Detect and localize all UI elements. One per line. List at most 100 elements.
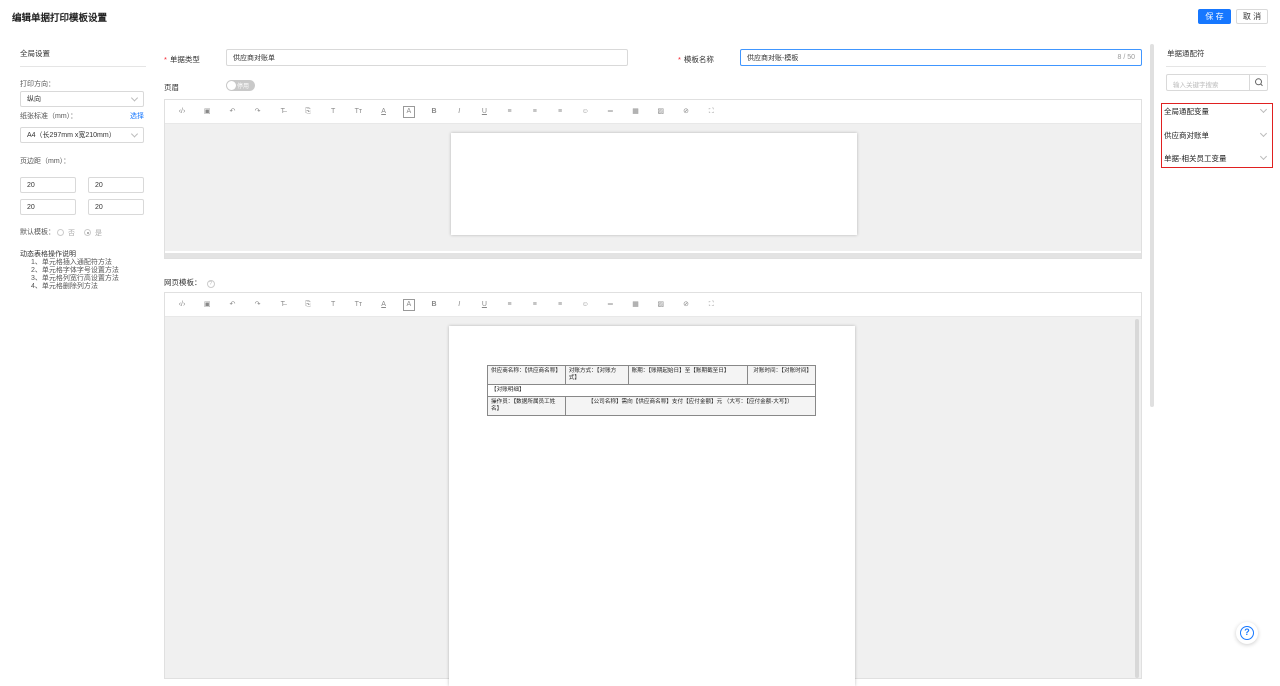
table-cell[interactable]: 对账时间：【对账时间】 (747, 365, 816, 385)
code-icon[interactable]: ‹/› (176, 299, 188, 311)
default-yes-radio[interactable] (84, 229, 91, 236)
web-template-label: 网页模板： ? (164, 277, 215, 288)
format-painter-icon[interactable]: ⎘ (302, 299, 314, 311)
web-template-editor[interactable]: ‹/› ▣ ↶ ↷ T̶ ⎘ T Tт A A B I U ≡ ≡ ≡ ☺ ═ ▦ ▨ ⊘ ⛶ 供应商名称：【供应商名称】… (164, 292, 1142, 686)
attachment-icon[interactable]: ⊘ (680, 106, 692, 118)
attachment-icon[interactable]: ⊘ (680, 299, 692, 311)
default-no-radio[interactable] (57, 229, 64, 236)
strikethrough-icon[interactable]: T̶ (277, 106, 289, 118)
margin-right-input[interactable]: 20 (88, 199, 144, 215)
help-button[interactable]: ? (1236, 622, 1258, 644)
table-icon[interactable]: ▦ (630, 106, 642, 118)
fullscreen-icon[interactable]: ⛶ (705, 299, 717, 311)
wildcard-panel-title: 单据通配符 (1167, 49, 1205, 58)
search-button[interactable] (1249, 75, 1267, 90)
image-icon[interactable]: ▨ (655, 106, 667, 118)
web-editor-canvas[interactable]: 供应商名称：【供应商名称】 对账方式：【对账方式】 账期：【账期起始日】至【账期… (165, 317, 1141, 686)
horizontal-rule-icon[interactable]: ═ (604, 299, 616, 311)
help-item[interactable]: 3、单元格列宽行高设置方法 (31, 275, 119, 283)
default-no-label: 否 (68, 230, 75, 237)
template-name-value: 供应商对账-模板 (747, 54, 799, 62)
header-paper[interactable] (451, 133, 857, 235)
doc-type-label: * 单据类型 (164, 55, 200, 64)
search-icon (1255, 78, 1263, 87)
heading-icon[interactable]: T (327, 299, 339, 311)
divider (20, 66, 146, 67)
vertical-scrollbar[interactable] (1135, 319, 1139, 678)
margin-bottom-input[interactable]: 20 (88, 177, 144, 193)
horizontal-scrollbar[interactable] (165, 253, 1141, 258)
table-cell[interactable]: 操作员：【数据所属员工姓名】 (487, 396, 566, 416)
doc-type-field[interactable]: 供应商对账单 (226, 49, 628, 66)
template-icon[interactable]: ▣ (201, 299, 213, 311)
format-painter-icon[interactable]: ⎘ (302, 106, 314, 118)
wildcard-group-employee[interactable]: 单据-相关员工变量 (1164, 153, 1227, 164)
margin-top-input[interactable]: 20 (20, 177, 76, 193)
code-icon[interactable]: ‹/› (176, 106, 188, 118)
print-direction-select[interactable]: 纵向 (20, 91, 144, 107)
redo-icon[interactable]: ↷ (252, 299, 264, 311)
emoji-icon[interactable]: ☺ (579, 106, 591, 118)
chevron-down-icon (130, 130, 139, 138)
image-icon[interactable]: ▨ (655, 299, 667, 311)
help-item[interactable]: 1、单元格插入通配符方法 (31, 259, 112, 267)
font-color-icon[interactable]: A (378, 106, 390, 118)
align-center-icon[interactable]: ≡ (529, 106, 541, 118)
horizontal-rule-icon[interactable]: ═ (604, 106, 616, 118)
font-size-icon[interactable]: Tт (352, 106, 364, 118)
bold-icon[interactable]: B (428, 299, 440, 311)
panel-scrollbar[interactable] (1150, 44, 1154, 407)
table-cell[interactable]: 【对账明细】 (487, 384, 816, 397)
align-left-icon[interactable]: ≡ (504, 299, 516, 311)
undo-icon[interactable]: ↶ (226, 299, 238, 311)
help-item[interactable]: 4、单元格删除列方法 (31, 283, 98, 291)
default-yes-label: 是 (95, 230, 102, 237)
fullscreen-icon[interactable]: ⛶ (705, 106, 717, 118)
font-size-icon[interactable]: Tт (352, 299, 364, 311)
background-color-icon[interactable]: A (402, 106, 415, 118)
table-cell[interactable]: 供应商名称：【供应商名称】 (487, 365, 566, 385)
table-icon[interactable]: ▦ (630, 299, 642, 311)
help-item[interactable]: 2、单元格字体字号设置方法 (31, 267, 119, 275)
template-name-label: * 模板名称 (678, 55, 714, 64)
web-paper[interactable]: 供应商名称：【供应商名称】 对账方式：【对账方式】 账期：【账期起始日】至【账期… (449, 326, 855, 686)
heading-icon[interactable]: T (327, 106, 339, 118)
page-title: 编辑单据打印模板设置 (12, 13, 108, 24)
default-template-label: 默认模板： (20, 229, 55, 236)
align-right-icon[interactable]: ≡ (554, 299, 566, 311)
emoji-icon[interactable]: ☺ (579, 299, 591, 311)
strikethrough-icon[interactable]: T̶ (277, 299, 289, 311)
question-icon[interactable]: ? (206, 280, 215, 288)
align-center-icon[interactable]: ≡ (529, 299, 541, 311)
paper-standard-select[interactable]: A4（长297mm x宽210mm） (20, 127, 144, 143)
table-cell[interactable]: 账期：【账期起始日】至【账期截至日】 (627, 365, 749, 385)
font-color-icon[interactable]: A (378, 299, 390, 311)
redo-icon[interactable]: ↷ (252, 106, 264, 118)
underline-icon[interactable]: U (478, 299, 490, 311)
align-right-icon[interactable]: ≡ (554, 106, 566, 118)
web-editor-toolbar: ‹/› ▣ ↶ ↷ T̶ ⎘ T Tт A A B I U ≡ ≡ ≡ ☺ ═ ▦ ▨ ⊘ ⛶ (165, 293, 1141, 317)
paper-select-link[interactable]: 选择 (130, 111, 144, 121)
cancel-button[interactable]: 取 消 (1236, 9, 1268, 24)
bold-icon[interactable]: B (428, 106, 440, 118)
underline-icon[interactable]: U (478, 106, 490, 118)
header-toggle[interactable]: 停用 (226, 80, 255, 91)
align-left-icon[interactable]: ≡ (504, 106, 516, 118)
wildcard-group-supplier[interactable]: 供应商对账单 (1164, 130, 1209, 141)
statement-table[interactable]: 供应商名称：【供应商名称】 对账方式：【对账方式】 账期：【账期起始日】至【账期… (487, 365, 817, 416)
wildcard-search-input[interactable]: 输入关键字搜索 (1166, 74, 1268, 91)
table-cell[interactable]: 【公司名称】需向【供应商名称】支付【应付金额】元 （大写：【应付金额-大写】） (564, 396, 817, 416)
header-editor[interactable]: ‹/› ▣ ↶ ↷ T̶ ⎘ T Tт A A B I U ≡ ≡ ≡ ☺ ═ ▦ ▨ ⊘ ⛶ (164, 99, 1142, 259)
margin-left-input[interactable]: 20 (20, 199, 76, 215)
italic-icon[interactable]: I (453, 299, 465, 311)
undo-icon[interactable]: ↶ (226, 106, 238, 118)
template-icon[interactable]: ▣ (201, 106, 213, 118)
italic-icon[interactable]: I (453, 106, 465, 118)
background-color-icon[interactable]: A (402, 299, 415, 311)
header-editor-canvas[interactable] (165, 124, 1141, 251)
margin-label: 页边距（mm）： (20, 158, 71, 165)
save-button[interactable]: 保 存 (1198, 9, 1231, 24)
wildcard-group-global[interactable]: 全局通配变量 (1164, 106, 1209, 117)
table-cell[interactable]: 对账方式：【对账方式】 (564, 365, 629, 385)
template-name-input[interactable]: 供应商对账-模板 8 / 50 (740, 49, 1142, 66)
